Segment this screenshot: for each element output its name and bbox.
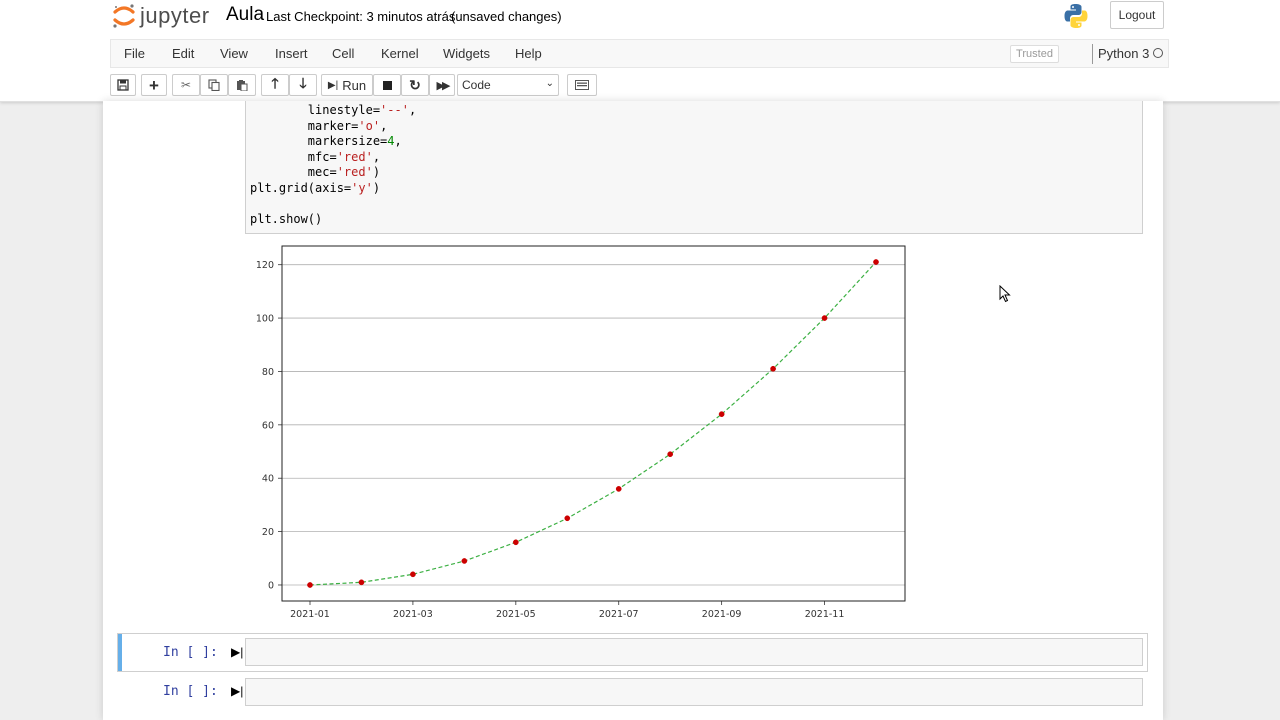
run-cell-icon[interactable]: ▶| [231,645,243,659]
restart-icon: ↻ [409,76,421,93]
code-line-8: plt.show() [250,212,323,226]
save-button[interactable] [110,74,136,96]
cell-type-value: Code [462,78,491,92]
logout-button[interactable]: Logout [1110,1,1164,29]
chevron-down-icon: ⌄ [545,78,554,89]
autosave-status: (unsaved changes) [451,9,562,24]
copy-button[interactable] [200,74,228,96]
run-button[interactable]: ▶| Run [321,74,373,96]
cell-input[interactable] [245,678,1143,706]
code-line-1: linestyle='--', [250,103,417,117]
save-icon [117,79,129,91]
jupyter-logo-icon [113,4,135,28]
cell-prompt: In [ ]: [163,684,218,699]
checkpoint-status: Last Checkpoint: 3 minutos atrás [266,9,456,24]
data-point [873,259,879,265]
data-point [564,515,571,522]
menu-kernel[interactable]: Kernel [381,46,419,61]
cell-input[interactable] [245,638,1143,666]
y-tick-label: 80 [262,367,274,378]
data-point [512,539,519,546]
data-point [461,558,468,564]
y-tick-label: 0 [268,580,274,591]
stop-icon [382,80,392,90]
move-up-button[interactable]: 🡑 [261,74,289,96]
kernel-name[interactable]: Python 3 [1098,46,1149,61]
data-point [821,315,828,321]
paste-icon [237,80,248,91]
code-line-6: plt.grid(axis='y') [250,181,381,195]
code-line-4: mfc='red', [250,150,381,164]
menu-file[interactable]: File [124,46,145,61]
y-tick-label: 100 [256,314,274,325]
arrow-up-icon: 🡑 [271,75,279,91]
fast-forward-icon: ▶▶ [436,79,451,92]
insert-cell-button[interactable]: + [141,74,167,96]
y-tick-label: 20 [262,527,274,538]
data-point [358,579,365,586]
jupyter-logo[interactable]: jupyter [112,2,210,30]
x-tick-label: 2021-11 [805,609,845,620]
menu-help[interactable]: Help [515,46,542,61]
y-tick-label: 120 [256,260,274,271]
mouse-cursor-icon [999,285,1011,303]
restart-run-all-button[interactable]: ▶▶ [429,74,455,96]
scissors-icon: ✂ [180,78,192,92]
x-tick-label: 2021-09 [702,609,742,620]
data-point [718,411,725,418]
menu-cell[interactable]: Cell [332,46,354,61]
y-tick-label: 40 [262,474,274,485]
y-tick-label: 60 [262,420,274,431]
python-logo-icon [1064,4,1088,28]
x-tick-label: 2021-03 [393,609,433,620]
plus-icon: + [149,75,159,95]
move-down-button[interactable]: 🡓 [289,74,317,96]
arrow-down-icon: 🡓 [299,75,307,91]
run-cell-icon[interactable]: ▶| [231,684,243,698]
cell-type-select[interactable]: Code ⌄ [457,74,559,96]
kernel-separator [1092,44,1093,64]
copy-icon [208,79,220,91]
line-chart: 0 20 40 60 80 100 120 2021-01 2021-03 2021-05 2021… [256,245,906,620]
menu-widgets[interactable]: Widgets [443,46,490,61]
run-label: Run [342,77,367,93]
data-point [307,582,313,588]
trusted-indicator[interactable]: Trusted [1010,45,1059,63]
cell-prompt: In [ ]: [163,645,218,660]
data-point [615,486,622,492]
notebook-title[interactable]: Aula [226,4,264,26]
data-point [770,365,776,372]
menu-insert[interactable]: Insert [275,46,308,61]
plot-area [282,246,905,601]
code-line-3: markersize=4, [250,134,402,148]
restart-button[interactable]: ↻ [401,74,429,96]
x-tick-label: 2021-07 [599,609,639,620]
interrupt-button[interactable] [373,74,401,96]
command-palette-button[interactable] [567,74,597,96]
step-forward-icon: ▶| [327,79,339,91]
logo-text: jupyter [140,3,210,28]
keyboard-icon [575,80,589,90]
menu-view[interactable]: View [220,46,248,61]
kernel-idle-icon [1153,48,1163,58]
menu-edit[interactable]: Edit [172,46,194,61]
data-point [410,571,416,578]
code-line-5: mec='red') [250,165,381,179]
x-tick-label: 2021-05 [496,609,536,620]
cut-button[interactable]: ✂ [172,74,200,96]
data-point [667,451,674,458]
code-line-2: marker='o', [250,119,388,133]
x-tick-label: 2021-01 [290,609,330,620]
paste-button[interactable] [228,74,256,96]
